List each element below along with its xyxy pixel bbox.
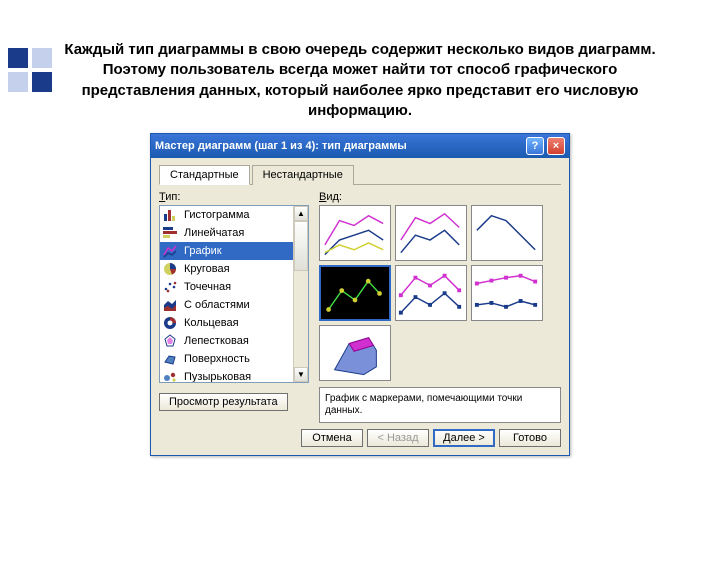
type-item-radar[interactable]: Лепестковая <box>160 332 293 350</box>
tab-standard[interactable]: Стандартные <box>159 165 250 185</box>
view-label: Вид: <box>319 191 561 203</box>
subtype-2[interactable] <box>395 205 467 261</box>
subtype-grid <box>319 205 561 381</box>
scatter-icon <box>163 280 179 294</box>
scroll-down-button[interactable]: ▼ <box>294 367 308 382</box>
type-item-label: График <box>184 245 222 257</box>
type-item-label: Точечная <box>184 281 231 293</box>
help-button[interactable]: ? <box>526 137 544 155</box>
subtype-5[interactable] <box>395 265 467 321</box>
tab-custom[interactable]: Нестандартные <box>252 165 354 185</box>
type-item-pie[interactable]: Круговая <box>160 260 293 278</box>
pie-icon <box>163 262 179 276</box>
scroll-thumb[interactable] <box>294 221 308 271</box>
type-item-scatter[interactable]: Точечная <box>160 278 293 296</box>
type-item-bubble[interactable]: Пузырьковая <box>160 368 293 383</box>
histogram-icon <box>163 208 179 222</box>
subtype-4[interactable] <box>319 265 391 321</box>
type-label: Тип: <box>159 191 309 203</box>
donut-icon <box>163 316 179 330</box>
type-item-label: С областями <box>184 299 250 311</box>
back-button: < Назад <box>367 429 429 447</box>
type-item-label: Пузырьковая <box>184 371 251 383</box>
type-item-bar[interactable]: Линейчатая <box>160 224 293 242</box>
bar-icon <box>163 226 179 240</box>
type-item-surface[interactable]: Поверхность <box>160 350 293 368</box>
page-caption: Каждый тип диаграммы в свою очередь соде… <box>50 40 670 121</box>
scrollbar[interactable]: ▲ ▼ <box>293 206 308 382</box>
radar-icon <box>163 334 179 348</box>
subtype-3[interactable] <box>471 205 543 261</box>
type-item-label: Гистограмма <box>184 209 250 221</box>
type-item-label: Кольцевая <box>184 317 239 329</box>
area-icon <box>163 298 179 312</box>
type-item-line[interactable]: График <box>160 242 293 260</box>
subtype-description: График с маркерами, помечающими точки да… <box>319 387 561 423</box>
type-item-label: Линейчатая <box>184 227 244 239</box>
surface-icon <box>163 352 179 366</box>
type-list[interactable]: Гистограмма Линейчатая График Круговая Точеч… <box>159 205 309 383</box>
type-item-label: Лепестковая <box>184 335 249 347</box>
type-item-donut[interactable]: Кольцевая <box>160 314 293 332</box>
subtype-6[interactable] <box>471 265 543 321</box>
line-icon <box>163 244 179 258</box>
titlebar: Мастер диаграмм (шаг 1 из 4): тип диагра… <box>151 134 569 158</box>
subtype-7[interactable] <box>319 325 391 381</box>
subtype-1[interactable] <box>319 205 391 261</box>
type-item-label: Поверхность <box>184 353 250 365</box>
wizard-window: Мастер диаграмм (шаг 1 из 4): тип диагра… <box>150 133 570 456</box>
close-button[interactable]: × <box>547 137 565 155</box>
bubble-icon <box>163 370 179 383</box>
type-item-label: Круговая <box>184 263 230 275</box>
cancel-button[interactable]: Отмена <box>301 429 363 447</box>
type-item-area[interactable]: С областями <box>160 296 293 314</box>
scroll-up-button[interactable]: ▲ <box>294 206 308 221</box>
type-item-histogram[interactable]: Гистограмма <box>160 206 293 224</box>
finish-button[interactable]: Готово <box>499 429 561 447</box>
tab-strip: Стандартные Нестандартные <box>159 164 561 185</box>
preview-button[interactable]: Просмотр результата <box>159 393 288 411</box>
next-button[interactable]: Далее > <box>433 429 495 447</box>
window-title: Мастер диаграмм (шаг 1 из 4): тип диагра… <box>155 140 523 152</box>
